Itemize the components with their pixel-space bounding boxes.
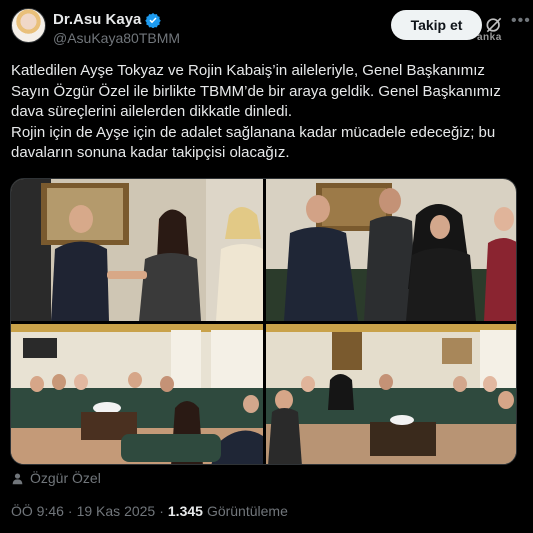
tweet-paragraph-1: Katledilen Ayşe Tokyaz ve Rojin Kabaiş’i… (11, 62, 501, 120)
views-count: 1.345 (167, 503, 203, 519)
avatar[interactable] (11, 8, 46, 43)
display-name[interactable]: Dr.Asu Kaya (53, 11, 141, 28)
meta-separator-2: · (159, 503, 164, 519)
tweet-paragraph-2: Rojin için de Ayşe için de adalet sağlan… (11, 123, 496, 162)
tweet-date[interactable]: 19 Kas 2025 (77, 503, 156, 519)
tweet-time[interactable]: ÖÖ 9:46 (11, 503, 64, 519)
photo-2[interactable] (266, 179, 516, 321)
tweet-meta: ÖÖ 9:46 · 19 Kas 2025 · 1.345 Görüntülem… (11, 503, 288, 519)
meta-separator: · (67, 503, 73, 519)
person-icon (12, 472, 23, 484)
more-options-icon[interactable]: ••• (511, 12, 531, 30)
photo-3[interactable] (11, 324, 263, 464)
views-label: Görüntüleme (206, 503, 288, 519)
name-row: Dr.Asu Kaya (53, 11, 162, 28)
follow-button[interactable]: Takip et (391, 10, 482, 40)
anka-watermark: anka (477, 32, 502, 43)
verified-badge-icon (145, 12, 162, 28)
photo-4[interactable] (266, 324, 516, 464)
photo-1[interactable] (11, 179, 263, 321)
handle[interactable]: @AsuKaya80TBMM (53, 30, 180, 46)
tagged-people[interactable]: Özgür Özel (11, 470, 101, 486)
tweet-header: Dr.Asu Kaya @AsuKaya80TBMM Takip et anka… (11, 8, 530, 48)
tweet-text: Katledilen Ayşe Tokyaz ve Rojin Kabaiş’i… (11, 61, 523, 164)
media-grid (10, 178, 517, 465)
tagged-name[interactable]: Özgür Özel (30, 470, 101, 486)
